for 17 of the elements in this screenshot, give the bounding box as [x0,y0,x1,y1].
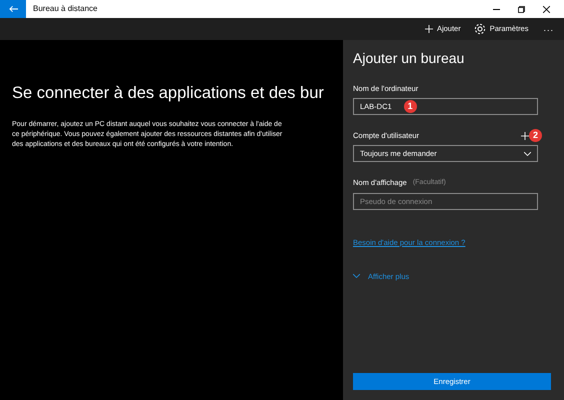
chevron-down-icon [524,152,531,156]
close-icon[interactable] [543,6,550,12]
window-title: Bureau à distance [33,3,98,15]
back-arrow-icon [8,5,18,13]
page-heading: Se connecter à des applications et des bur [12,83,325,104]
annotation-badge: 2 [529,129,542,142]
settings-icon [474,23,486,35]
minimize-icon[interactable] [493,8,500,10]
back-button[interactable] [0,0,26,18]
chevron-down-icon [353,274,360,278]
more-button[interactable]: ... [543,22,554,36]
panel-title: Ajouter un bureau [353,49,466,68]
plus-icon [424,25,433,33]
annotation-badge: 1 [404,100,417,114]
plus-icon [521,132,529,140]
restore-icon[interactable] [518,6,525,12]
add-account-button[interactable] [521,132,529,140]
